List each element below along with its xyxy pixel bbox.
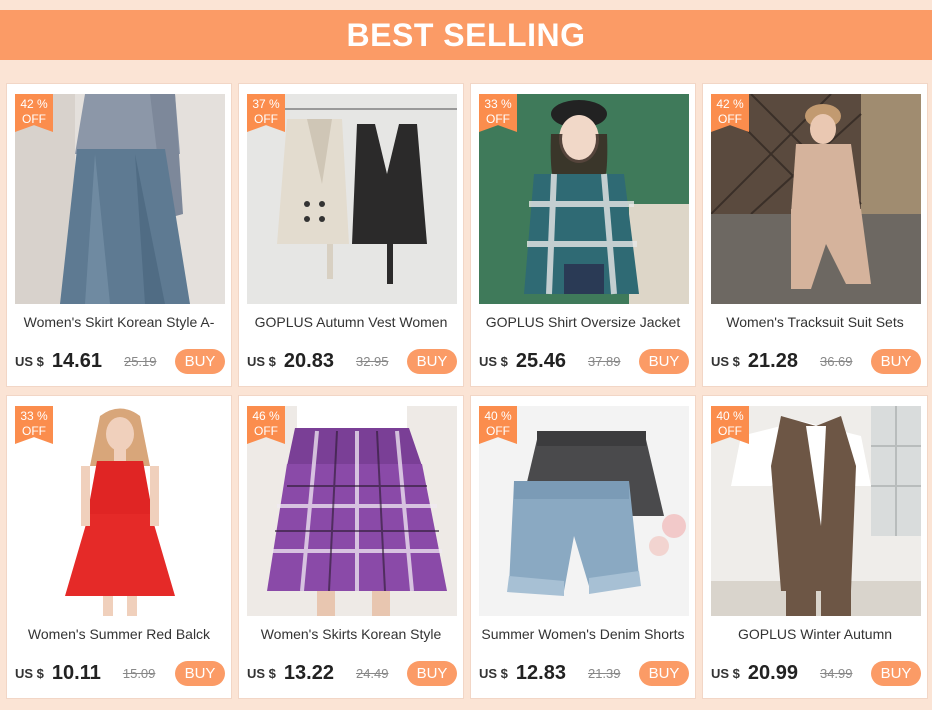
product-title[interactable]: GOPLUS Autumn Vest Women: [243, 314, 459, 330]
product-card[interactable]: 33 % OFF Women's Summer Red Balck US $ 1…: [6, 395, 232, 699]
discount-percent: 33 %: [484, 97, 512, 111]
discount-percent: 42 %: [716, 97, 744, 111]
original-price: 15.09: [122, 665, 156, 681]
discount-percent: 42 %: [20, 97, 48, 111]
discount-off: OFF: [486, 424, 510, 438]
currency: US $: [247, 665, 276, 681]
buy-button[interactable]: BUY: [871, 348, 921, 374]
sale-price: 12.83: [515, 661, 566, 684]
original-price: 37.89: [587, 353, 621, 369]
buy-button[interactable]: BUY: [639, 660, 689, 686]
discount-percent: 40 %: [484, 409, 512, 423]
product-card[interactable]: 37 % OFF GOPLUS Autumn Vest Women US $ 2…: [238, 83, 464, 387]
sale-price: 13.22: [283, 661, 334, 684]
buy-button[interactable]: BUY: [175, 348, 225, 374]
original-price: 32.95: [355, 353, 389, 369]
currency: US $: [15, 353, 44, 369]
discount-off: OFF: [254, 424, 278, 438]
price-row: US $ 20.99 34.99 BUY: [711, 660, 921, 686]
discount-off: OFF: [486, 112, 510, 126]
buy-button[interactable]: BUY: [871, 660, 921, 686]
currency: US $: [711, 665, 740, 681]
sale-price: 10.11: [51, 661, 101, 684]
product-card[interactable]: 33 % OFF GOPLUS Shirt Oversize Jacket US…: [470, 83, 696, 387]
discount-off: OFF: [254, 112, 278, 126]
price-row: US $ 14.61 25.19 BUY: [15, 348, 225, 374]
discount-percent: 37 %: [252, 97, 280, 111]
original-price: 21.39: [587, 665, 621, 681]
sale-price: 25.46: [515, 349, 566, 372]
buy-button[interactable]: BUY: [639, 348, 689, 374]
discount-percent: 33 %: [20, 409, 48, 423]
original-price: 34.99: [819, 665, 853, 681]
price-row: US $ 20.83 32.95 BUY: [247, 348, 457, 374]
product-title[interactable]: Women's Skirts Korean Style: [243, 626, 459, 642]
sale-price: 20.99: [747, 661, 798, 684]
product-card[interactable]: 42 % OFF Women's Skirt Korean Style A- U…: [6, 83, 232, 387]
currency: US $: [711, 353, 740, 369]
currency: US $: [247, 353, 276, 369]
product-card[interactable]: 40 % OFF Summer Women's Denim Shorts US …: [470, 395, 696, 699]
buy-button[interactable]: BUY: [407, 660, 457, 686]
currency: US $: [15, 665, 44, 681]
best-selling-banner: BEST SELLING: [0, 10, 932, 60]
sale-price: 14.61: [51, 349, 102, 372]
product-card[interactable]: 42 % OFF Women's Tracksuit Suit Sets US …: [702, 83, 928, 387]
product-card[interactable]: 40 % OFF GOPLUS Winter Autumn US $ 20.99…: [702, 395, 928, 699]
product-title[interactable]: Summer Women's Denim Shorts: [475, 626, 691, 642]
sale-price: 20.83: [283, 349, 334, 372]
product-title[interactable]: Women's Skirt Korean Style A-: [11, 314, 227, 330]
product-title[interactable]: Women's Summer Red Balck: [11, 626, 227, 642]
discount-percent: 40 %: [716, 409, 744, 423]
sale-price: 21.28: [747, 349, 798, 372]
original-price: 25.19: [123, 353, 157, 369]
discount-off: OFF: [22, 424, 46, 438]
discount-off: OFF: [718, 424, 742, 438]
original-price: 36.69: [819, 353, 853, 369]
discount-off: OFF: [22, 112, 46, 126]
discount-percent: 46 %: [252, 409, 280, 423]
currency: US $: [479, 665, 508, 681]
buy-button[interactable]: BUY: [407, 348, 457, 374]
banner-title: BEST SELLING: [346, 16, 586, 53]
product-title[interactable]: Women's Tracksuit Suit Sets: [707, 314, 923, 330]
product-title[interactable]: GOPLUS Winter Autumn: [707, 626, 923, 642]
price-row: US $ 25.46 37.89 BUY: [479, 348, 689, 374]
discount-off: OFF: [718, 112, 742, 126]
currency: US $: [479, 353, 508, 369]
price-row: US $ 10.11 15.09 BUY: [15, 660, 225, 686]
product-card[interactable]: 46 % OFF Women's Skirts Korean Style US …: [238, 395, 464, 699]
price-row: US $ 13.22 24.49 BUY: [247, 660, 457, 686]
price-row: US $ 21.28 36.69 BUY: [711, 348, 921, 374]
buy-button[interactable]: BUY: [175, 660, 225, 686]
product-grid: 42 % OFF Women's Skirt Korean Style A- U…: [6, 83, 928, 699]
original-price: 24.49: [355, 665, 389, 681]
price-row: US $ 12.83 21.39 BUY: [479, 660, 689, 686]
product-title[interactable]: GOPLUS Shirt Oversize Jacket: [475, 314, 691, 330]
